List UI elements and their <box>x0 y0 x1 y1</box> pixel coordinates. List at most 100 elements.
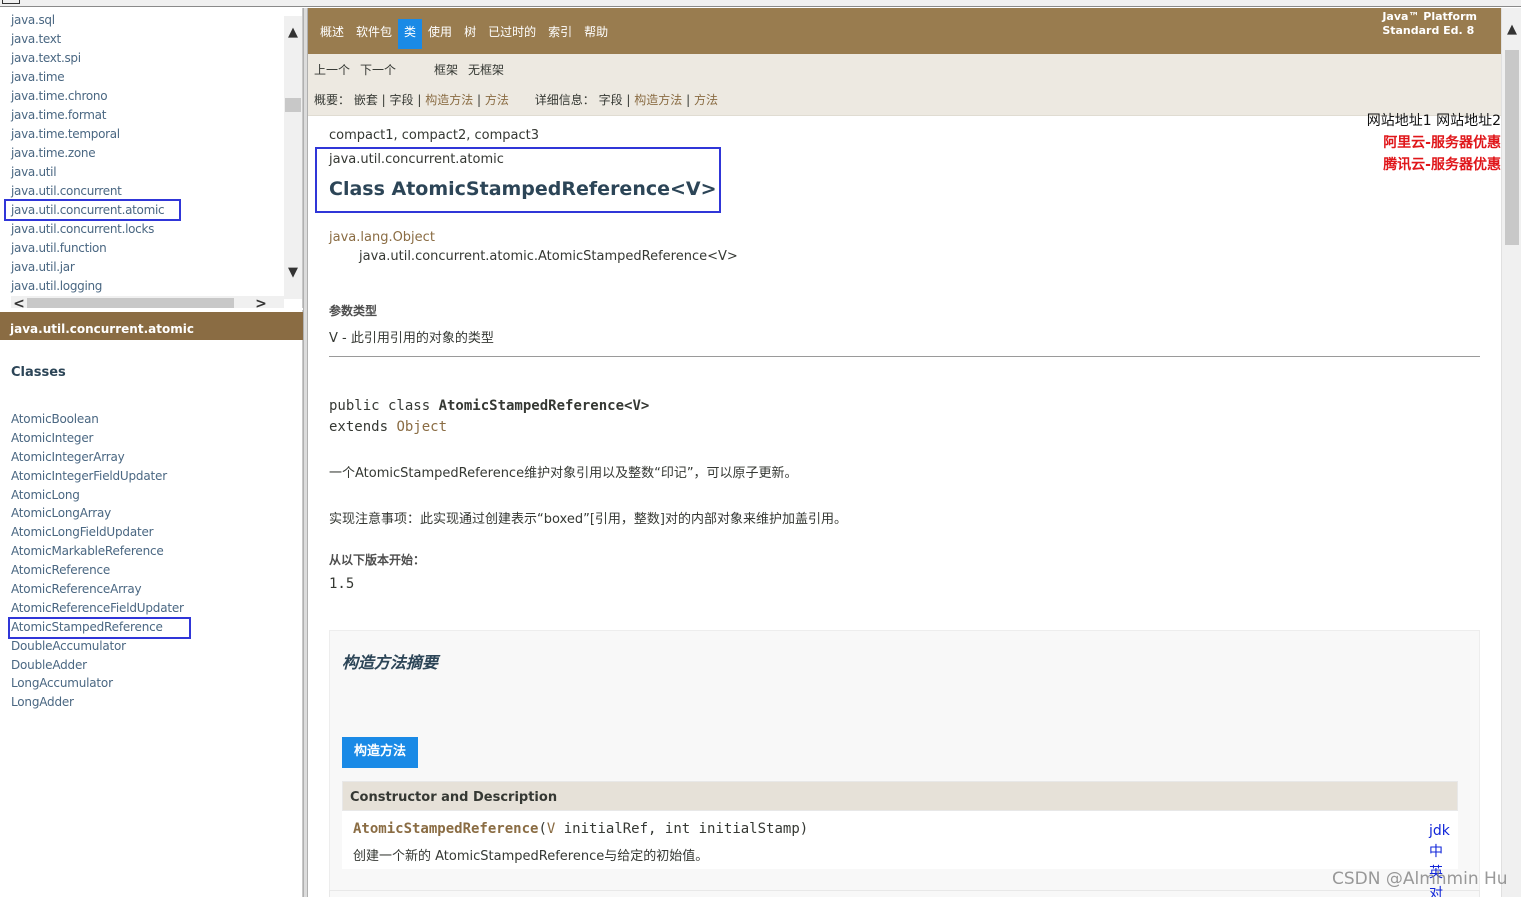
jdk-toggle-text[interactable]: jdk <box>1429 821 1451 842</box>
highlight-box-class <box>8 617 191 639</box>
class-signature: public class AtomicStampedReference<V> e… <box>329 396 649 438</box>
scroll-thumb[interactable] <box>1505 50 1519 245</box>
detail-field: 字段 <box>598 93 623 107</box>
package-link[interactable]: java.time.temporal <box>11 125 164 144</box>
no-frames-link[interactable]: 无框架 <box>468 61 504 78</box>
hscroll-thumb[interactable] <box>27 298 234 308</box>
nav-index[interactable]: 索引 <box>542 19 578 49</box>
class-link[interactable]: AtomicBoolean <box>11 410 184 429</box>
package-link[interactable]: java.util.concurrent.locks <box>11 220 164 239</box>
since-heading: 从以下版本开始： <box>329 553 426 567</box>
package-link[interactable]: java.sql <box>11 11 164 30</box>
highlight-box-package <box>4 199 181 221</box>
tencent-ad-link[interactable]: 腾讯云-服务器优惠 <box>1367 154 1501 176</box>
class-list: AtomicBoolean AtomicInteger AtomicIntege… <box>11 410 184 712</box>
package-list-vscrollbar[interactable]: ▲ ▼ <box>284 16 302 299</box>
inherit-parent-link[interactable]: java.lang.Object <box>329 230 435 245</box>
window-top-strip <box>0 0 1521 7</box>
package-link[interactable]: java.util.jar <box>11 258 164 277</box>
nav-tree[interactable]: 树 <box>458 19 482 49</box>
platform-brand: Java™ Platform Standard Ed. 8 <box>1382 10 1477 38</box>
page-vscrollbar[interactable]: ▲ <box>1501 8 1521 897</box>
package-list-hscrollbar[interactable]: < > <box>11 296 284 308</box>
constructor-description: 创建一个新的 AtomicStampedReference与给定的初始值。 <box>353 849 709 864</box>
sig-public-class: public class <box>329 398 439 414</box>
class-link[interactable]: DoubleAdder <box>11 656 184 675</box>
nav-use[interactable]: 使用 <box>422 19 458 49</box>
class-link[interactable]: AtomicIntegerArray <box>11 448 184 467</box>
class-link[interactable]: AtomicLong <box>11 486 184 505</box>
class-link[interactable]: AtomicReference <box>11 561 184 580</box>
nav-deprecated[interactable]: 已过时的 <box>482 19 542 49</box>
class-doc-frame: 概述 软件包 类 使用 树 已过时的 索引 帮助 Java™ Platform … <box>308 8 1501 897</box>
summary-nested: 嵌套 <box>353 93 378 107</box>
summary-constructor-link[interactable]: 构造方法 <box>425 93 473 107</box>
divider <box>329 356 1480 357</box>
next-class-link[interactable]: 下一个 <box>360 61 396 78</box>
package-link[interactable]: java.util.logging <box>11 277 164 296</box>
scroll-right-icon[interactable]: > <box>253 296 269 308</box>
scroll-left-icon[interactable]: < <box>11 296 27 308</box>
class-link[interactable]: AtomicInteger <box>11 429 184 448</box>
jdk-toggle-text[interactable]: 中 <box>1429 842 1451 863</box>
inherit-child: java.util.concurrent.atomic.AtomicStampe… <box>359 249 738 264</box>
table-row: AtomicStampedReference(V initialRef, int… <box>342 811 1458 869</box>
summary-detail-nav: 概要： 嵌套 | 字段 | 构造方法 | 方法 详细信息： 字段 | 构造方法 … <box>314 91 718 108</box>
sig-class-name: AtomicStampedReference<V> <box>438 398 650 414</box>
detail-method-link[interactable]: 方法 <box>694 93 718 107</box>
separator: | <box>622 93 635 107</box>
package-link[interactable]: java.util <box>11 163 164 182</box>
package-list: java.sql java.text java.text.spi java.ti… <box>11 11 165 296</box>
package-link[interactable]: java.text <box>11 30 164 49</box>
constructor-tab[interactable]: 构造方法 <box>342 737 419 768</box>
nav-overview[interactable]: 概述 <box>314 19 350 49</box>
ad-block: 网站地址1 网站地址2 阿里云-服务器优惠 腾讯云-服务器优惠 <box>1367 110 1501 176</box>
package-link[interactable]: java.time.format <box>11 106 164 125</box>
nav-class[interactable]: 类 <box>398 19 423 49</box>
summary-method-link[interactable]: 方法 <box>485 93 509 107</box>
constructor-signature: AtomicStampedReference(V initialRef, int… <box>353 821 808 837</box>
top-navbar: 概述 软件包 类 使用 树 已过时的 索引 帮助 Java™ Platform … <box>308 8 1501 54</box>
nav-help[interactable]: 帮助 <box>578 19 614 49</box>
window-corner-mark <box>2 0 20 4</box>
separator: | <box>377 93 390 107</box>
class-content: compact1, compact2, compact3 java.util.c… <box>329 128 1480 897</box>
package-link[interactable]: java.time <box>11 68 164 87</box>
frames-link[interactable]: 框架 <box>434 61 458 78</box>
scroll-thumb[interactable] <box>285 98 301 112</box>
package-list-frame: java.sql java.text java.text.spi java.ti… <box>0 8 303 308</box>
constructor-link[interactable]: AtomicStampedReference <box>353 821 538 837</box>
package-link[interactable]: java.time.zone <box>11 144 164 163</box>
since-value: 1.5 <box>329 576 355 592</box>
class-link[interactable]: AtomicIntegerFieldUpdater <box>11 467 184 486</box>
sig-parent-link[interactable]: Object <box>396 419 447 435</box>
class-link[interactable]: AtomicLongFieldUpdater <box>11 523 184 542</box>
class-link[interactable]: AtomicReferenceFieldUpdater <box>11 599 184 618</box>
scroll-down-icon[interactable]: ▼ <box>284 264 302 282</box>
detail-constructor-link[interactable]: 构造方法 <box>634 93 682 107</box>
prev-class-link[interactable]: 上一个 <box>314 61 350 78</box>
class-link[interactable]: DoubleAccumulator <box>11 637 184 656</box>
highlight-box-title <box>315 147 721 213</box>
brand-line2: Standard Ed. 8 <box>1382 24 1475 37</box>
class-link[interactable]: AtomicMarkableReference <box>11 542 184 561</box>
class-link[interactable]: LongAccumulator <box>11 674 184 693</box>
nav-package[interactable]: 软件包 <box>350 19 398 49</box>
package-frame-title[interactable]: java.util.concurrent.atomic <box>0 312 303 340</box>
next-section-edge <box>329 890 1480 897</box>
class-link[interactable]: AtomicReferenceArray <box>11 580 184 599</box>
package-link[interactable]: java.util.function <box>11 239 164 258</box>
constructor-summary-heading: 构造方法摘要 <box>342 653 439 672</box>
sub-navbar: 上一个 下一个 框架 无框架 概要： 嵌套 | 字段 | 构造方法 | 方法 详… <box>308 54 1501 116</box>
class-link[interactable]: LongAdder <box>11 693 184 712</box>
scroll-up-icon[interactable]: ▲ <box>284 24 302 42</box>
class-link[interactable]: AtomicLongArray <box>11 504 184 523</box>
type-param: V - 此引用引用的对象的类型 <box>329 331 494 346</box>
summary-label: 概要： <box>314 93 351 107</box>
package-link[interactable]: java.time.chrono <box>11 87 164 106</box>
detail-label: 详细信息： <box>534 93 595 107</box>
csdn-watermark: CSDN @Almhmin Hu <box>1332 869 1508 889</box>
scroll-up-icon[interactable]: ▲ <box>1502 22 1521 37</box>
package-link[interactable]: java.text.spi <box>11 49 164 68</box>
package-classes-frame: java.util.concurrent.atomic Classes Atom… <box>0 310 303 897</box>
